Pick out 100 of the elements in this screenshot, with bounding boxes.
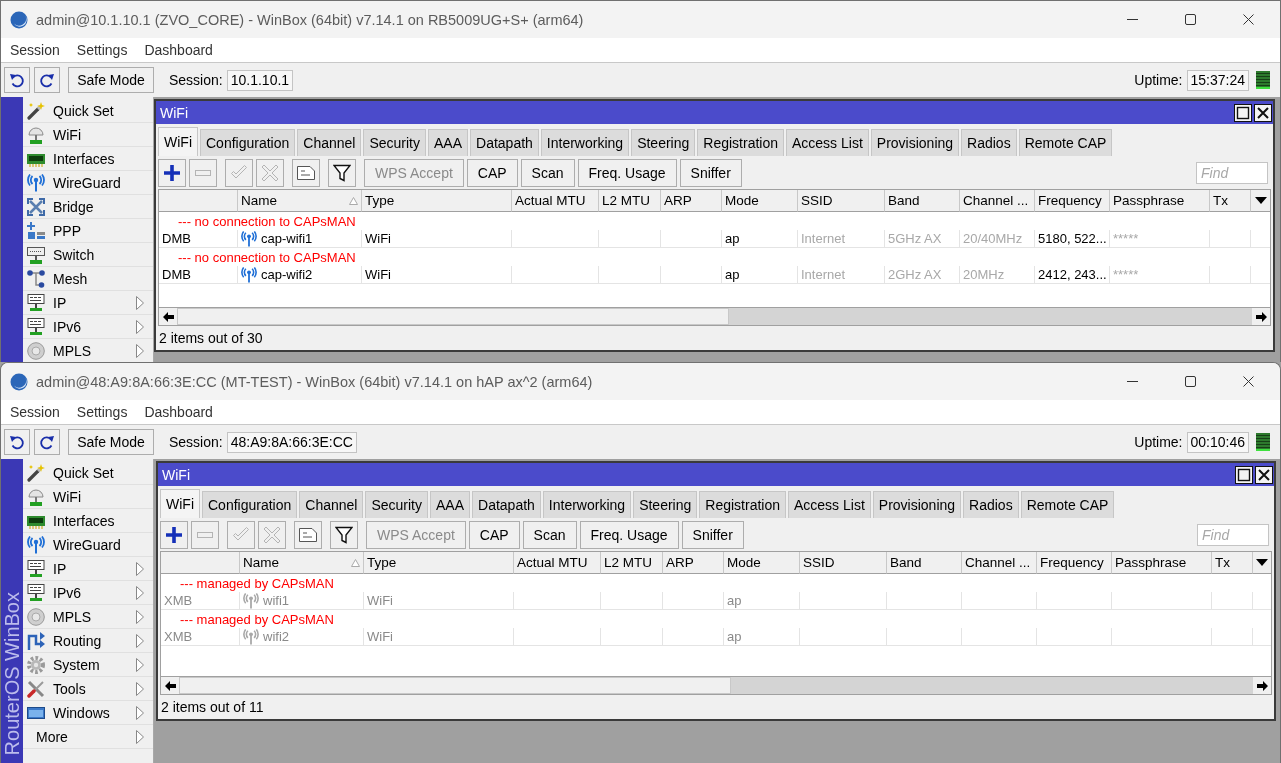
sidebar-item[interactable]: WireGuard bbox=[23, 171, 153, 195]
scroll-left-button[interactable] bbox=[161, 677, 179, 694]
column-header[interactable]: Tx bbox=[1212, 552, 1253, 574]
tab[interactable]: Interworking bbox=[542, 491, 632, 518]
add-button[interactable] bbox=[158, 158, 186, 187]
tab[interactable]: Radios bbox=[961, 129, 1017, 156]
close-button[interactable] bbox=[1254, 103, 1272, 122]
sidebar-item[interactable]: WiFi bbox=[23, 485, 153, 509]
add-button[interactable] bbox=[160, 520, 188, 549]
scrollbar-thumb[interactable] bbox=[179, 677, 731, 694]
tab[interactable]: Registration bbox=[699, 491, 786, 518]
column-header[interactable]: Name bbox=[238, 190, 362, 212]
tab[interactable]: WiFi bbox=[160, 489, 200, 518]
column-header[interactable]: Tx bbox=[1210, 190, 1251, 212]
toolbar-button[interactable]: Freq. Usage bbox=[579, 520, 679, 549]
tab[interactable]: Remote CAP bbox=[1020, 491, 1115, 518]
tab[interactable]: Registration bbox=[697, 129, 784, 156]
scrollbar-thumb[interactable] bbox=[177, 308, 729, 325]
tab[interactable]: Provisioning bbox=[870, 129, 960, 156]
column-menu-button[interactable] bbox=[1251, 190, 1270, 212]
column-header[interactable]: Mode bbox=[724, 552, 800, 574]
tab[interactable]: WiFi bbox=[158, 127, 198, 156]
tab[interactable]: Datapath bbox=[470, 129, 539, 156]
redo-button[interactable] bbox=[34, 429, 60, 455]
column-menu-button[interactable] bbox=[1253, 552, 1271, 574]
column-header[interactable]: Frequency bbox=[1037, 552, 1112, 574]
sidebar-item[interactable]: Quick Set bbox=[23, 99, 153, 123]
safe-mode-button[interactable]: Safe Mode bbox=[68, 429, 154, 455]
sidebar-item[interactable]: IP bbox=[23, 291, 153, 315]
tab[interactable]: Channel bbox=[297, 129, 362, 156]
filter-button[interactable] bbox=[330, 520, 358, 549]
column-header[interactable]: Band bbox=[887, 552, 962, 574]
menu-item[interactable]: Settings bbox=[76, 42, 128, 58]
sidebar-item[interactable]: IPv6 bbox=[23, 315, 153, 339]
column-header[interactable]: Mode bbox=[722, 190, 798, 212]
sidebar-item[interactable]: Quick Set bbox=[23, 461, 153, 485]
horizontal-scrollbar[interactable] bbox=[159, 307, 1270, 325]
column-header[interactable]: SSID bbox=[800, 552, 887, 574]
scroll-right-button[interactable] bbox=[1252, 308, 1270, 325]
horizontal-scrollbar[interactable] bbox=[161, 676, 1271, 694]
sidebar-item[interactable]: Routing bbox=[23, 629, 153, 653]
column-header[interactable]: ARP bbox=[663, 552, 724, 574]
sidebar-item[interactable]: Mesh bbox=[23, 267, 153, 291]
sidebar-item[interactable]: WiFi bbox=[23, 123, 153, 147]
sidebar-item[interactable]: System bbox=[23, 653, 153, 677]
column-header[interactable]: Passphrase bbox=[1112, 552, 1212, 574]
menu-item[interactable]: Settings bbox=[76, 404, 128, 420]
column-header[interactable]: Band bbox=[885, 190, 960, 212]
find-field[interactable]: Find bbox=[1197, 523, 1269, 546]
safe-mode-button[interactable]: Safe Mode bbox=[68, 67, 154, 93]
menu-item[interactable]: Dashboard bbox=[144, 404, 213, 420]
tab[interactable]: Security bbox=[365, 491, 428, 518]
toolbar-button[interactable]: Scan bbox=[522, 520, 577, 549]
column-header[interactable]: Name bbox=[240, 552, 364, 574]
tab[interactable]: AAA bbox=[428, 129, 469, 156]
column-header[interactable]: Channel ... bbox=[960, 190, 1035, 212]
column-header[interactable]: ARP bbox=[661, 190, 722, 212]
comment-button[interactable] bbox=[292, 158, 320, 187]
tab[interactable]: Security bbox=[363, 129, 426, 156]
tab[interactable]: Radios bbox=[963, 491, 1019, 518]
sidebar-item[interactable]: WireGuard bbox=[23, 533, 153, 557]
tab[interactable]: Steering bbox=[631, 129, 696, 156]
sidebar-item[interactable]: Interfaces bbox=[23, 509, 153, 533]
toolbar-button[interactable]: CAP bbox=[468, 520, 520, 549]
toolbar-button[interactable]: Sniffer bbox=[679, 158, 742, 187]
tab[interactable]: Interworking bbox=[540, 129, 630, 156]
column-header[interactable]: Type bbox=[362, 190, 512, 212]
sidebar-item[interactable]: Switch bbox=[23, 243, 153, 267]
sidebar-item[interactable]: Bridge bbox=[23, 195, 153, 219]
undo-button[interactable] bbox=[4, 429, 30, 455]
tab[interactable]: AAA bbox=[430, 491, 471, 518]
sidebar-item[interactable]: IPv6 bbox=[23, 581, 153, 605]
scroll-right-button[interactable] bbox=[1253, 677, 1271, 694]
filter-button[interactable] bbox=[328, 158, 356, 187]
column-header[interactable]: Passphrase bbox=[1110, 190, 1210, 212]
toolbar-button[interactable]: Freq. Usage bbox=[577, 158, 677, 187]
sidebar-item[interactable]: IP bbox=[23, 557, 153, 581]
sidebar-item[interactable]: More bbox=[23, 725, 153, 749]
column-header[interactable]: Type bbox=[364, 552, 514, 574]
menu-item[interactable]: Session bbox=[10, 42, 60, 58]
tab[interactable]: Steering bbox=[633, 491, 698, 518]
find-field[interactable]: Find bbox=[1196, 161, 1268, 184]
column-header[interactable]: L2 MTU bbox=[599, 190, 661, 212]
maximize-button[interactable] bbox=[1235, 465, 1253, 484]
tab[interactable]: Remote CAP bbox=[1018, 129, 1113, 156]
menu-item[interactable]: Dashboard bbox=[144, 42, 213, 58]
sidebar-item[interactable]: PPP bbox=[23, 219, 153, 243]
sidebar-item[interactable]: Interfaces bbox=[23, 147, 153, 171]
tab[interactable]: Datapath bbox=[472, 491, 541, 518]
maximize-button[interactable] bbox=[1234, 103, 1252, 122]
close-button[interactable] bbox=[1255, 465, 1273, 484]
tab[interactable]: Configuration bbox=[200, 129, 296, 156]
sidebar-item[interactable]: Tools bbox=[23, 677, 153, 701]
column-header[interactable]: L2 MTU bbox=[601, 552, 663, 574]
toolbar-button[interactable]: CAP bbox=[466, 158, 518, 187]
toolbar-button[interactable]: Scan bbox=[520, 158, 575, 187]
toolbar-button[interactable]: Sniffer bbox=[681, 520, 744, 549]
sidebar-item[interactable]: MPLS bbox=[23, 605, 153, 629]
column-header[interactable]: Actual MTU bbox=[514, 552, 601, 574]
tab[interactable]: Configuration bbox=[202, 491, 298, 518]
